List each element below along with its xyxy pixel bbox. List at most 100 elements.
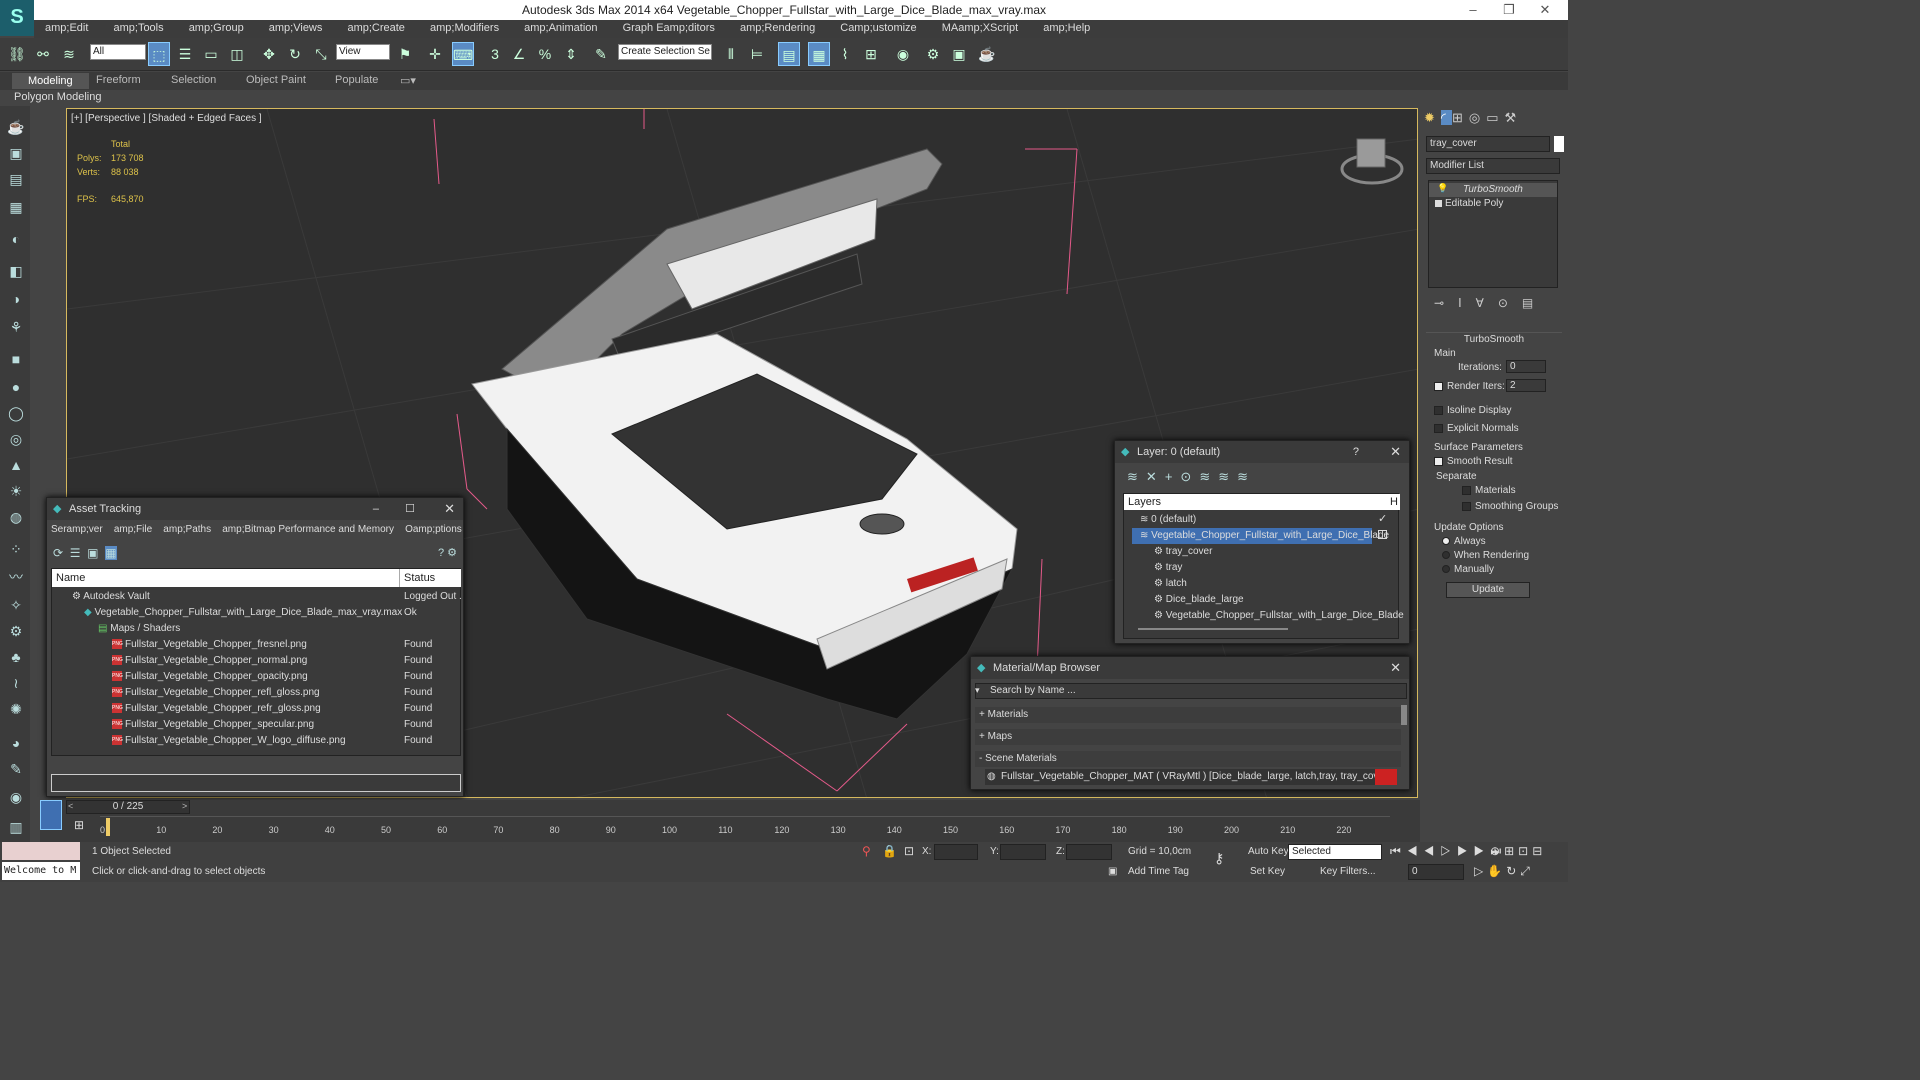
hierarchy-tab-icon[interactable]: ⊞ bbox=[1452, 110, 1469, 125]
render-icon[interactable]: ▣ bbox=[7, 144, 25, 162]
prev-frame-icon[interactable]: < bbox=[68, 801, 73, 811]
layer-help-button[interactable]: ? bbox=[1353, 441, 1359, 463]
keyboard-shortcut-icon[interactable]: ⌨ bbox=[452, 42, 474, 66]
mirror-icon[interactable]: ⫴ bbox=[720, 42, 742, 66]
pivot-icon[interactable]: ⚑ bbox=[394, 42, 416, 66]
window-crossing-icon[interactable]: ◫ bbox=[226, 42, 248, 66]
at-close-button[interactable]: ✕ bbox=[444, 498, 455, 520]
selection-lock-icon[interactable]: 🔒 bbox=[882, 844, 897, 858]
menu-modifiers[interactable]: amp;Modifiers bbox=[419, 20, 510, 36]
turbosmooth-rollout-title[interactable]: TurboSmooth bbox=[1426, 332, 1562, 346]
at-menu-paths[interactable]: amp;Paths bbox=[163, 524, 211, 535]
isoline-checkbox[interactable] bbox=[1434, 405, 1443, 415]
menu-animation[interactable]: amp;Animation bbox=[513, 20, 608, 36]
y-coord-field[interactable] bbox=[1000, 844, 1046, 860]
track-bar-icon[interactable]: ⊞ bbox=[74, 818, 84, 832]
minimize-button[interactable]: – bbox=[1458, 2, 1488, 17]
add-time-tag[interactable]: Add Time Tag bbox=[1128, 866, 1189, 877]
render-production-icon[interactable]: ☕ bbox=[976, 42, 998, 66]
set-key-button[interactable]: Set Key bbox=[1250, 866, 1285, 877]
x-coord-field[interactable] bbox=[934, 844, 978, 860]
material-search-input[interactable]: Search by Name ... bbox=[975, 683, 1407, 699]
isoline-row[interactable]: Isoline Display bbox=[1434, 405, 1570, 416]
systems-icon[interactable]: ⚘ bbox=[7, 318, 25, 336]
table-row[interactable]: ⚙ Autodesk Vault bbox=[72, 589, 150, 605]
table-row[interactable]: ▤ Maps / Shaders bbox=[98, 621, 180, 637]
modifier-list-dropdown[interactable]: Modifier List bbox=[1426, 158, 1560, 174]
bulb-icon[interactable]: 💡 bbox=[1437, 183, 1448, 194]
explicit-normals-checkbox[interactable] bbox=[1434, 423, 1443, 433]
current-frame-field[interactable]: 0 bbox=[1408, 864, 1464, 880]
at-help-icon[interactable]: ? ⚙ bbox=[438, 546, 457, 559]
link-icon[interactable]: ⛓ bbox=[6, 42, 28, 66]
table-row[interactable]: PNG Fullstar_Vegetable_Chopper_fresnel.pn… bbox=[112, 637, 307, 653]
current-layer-check-icon[interactable]: ✓ bbox=[1378, 512, 1387, 525]
select-object-icon[interactable]: ⬚ bbox=[148, 42, 170, 66]
script-icon[interactable]: ✎ bbox=[7, 760, 25, 778]
maxscript-mini-listener[interactable]: Welcome to M bbox=[2, 862, 80, 880]
layer-manager-icon[interactable]: ▤ bbox=[778, 42, 800, 66]
mini-listener-toggle[interactable] bbox=[40, 800, 62, 830]
layer-object[interactable]: ⚙ Vegetable_Chopper_Fullstar_with_Large_… bbox=[1154, 608, 1404, 624]
always-row[interactable]: Always bbox=[1442, 536, 1578, 547]
sun-icon[interactable]: ☀ bbox=[7, 482, 25, 500]
zoom-extents-icon[interactable]: ⊡ bbox=[1518, 844, 1532, 858]
isolate-selection-icon[interactable]: ⚲ bbox=[862, 844, 871, 858]
auto-key-button[interactable]: Auto Key bbox=[1248, 846, 1289, 857]
absolute-mode-icon[interactable]: ⊡ bbox=[904, 844, 914, 858]
bind-space-warp-icon[interactable]: ≋ bbox=[58, 42, 80, 66]
key-mode-dropdown[interactable]: Selected bbox=[1288, 844, 1382, 860]
asset-path-field[interactable] bbox=[51, 774, 461, 792]
when-rendering-radio[interactable] bbox=[1442, 551, 1450, 560]
teapot-icon[interactable]: ☕ bbox=[7, 118, 25, 136]
layers-icon[interactable]: ▤ bbox=[7, 170, 25, 188]
polygon-modeling-label[interactable]: Polygon Modeling bbox=[14, 91, 101, 103]
material-editor-icon[interactable]: ◉ bbox=[892, 42, 914, 66]
rendered-frame-icon[interactable]: ▣ bbox=[948, 42, 970, 66]
zoom-all-icon[interactable]: ⊞ bbox=[1504, 844, 1518, 858]
layer-hide-toggle[interactable] bbox=[1378, 530, 1387, 539]
manually-row[interactable]: Manually bbox=[1442, 564, 1578, 575]
edit-named-sel-icon[interactable]: ✎ bbox=[590, 42, 612, 66]
motion-tab-icon[interactable]: ◎ bbox=[1469, 110, 1486, 125]
time-slider-thumb[interactable]: 0 / 225 bbox=[66, 800, 190, 814]
at-minimize-button[interactable]: – bbox=[373, 498, 379, 520]
ribbon-options-icon[interactable]: ▭▾ bbox=[400, 74, 416, 87]
menu-create[interactable]: amp;Create bbox=[336, 20, 415, 36]
menu-views[interactable]: amp;Views bbox=[258, 20, 334, 36]
orbit-icon[interactable]: ↻ bbox=[1506, 864, 1520, 878]
hide-all-icon[interactable]: ≋ bbox=[1218, 469, 1237, 484]
select-manipulate-icon[interactable]: ✛ bbox=[424, 42, 446, 66]
scene-material-item[interactable]: ◍ Fullstar_Vegetable_Chopper_MAT ( VRayM… bbox=[985, 769, 1397, 785]
select-in-layer-icon[interactable]: ⊙ bbox=[1180, 469, 1199, 484]
torus-icon[interactable]: ◎ bbox=[7, 430, 25, 448]
update-button[interactable]: Update bbox=[1446, 582, 1530, 598]
viewport-icon[interactable]: ◉ bbox=[7, 788, 25, 806]
render-iters-row[interactable]: Render Iters: bbox=[1434, 381, 1570, 392]
key-filters-button[interactable]: Key Filters... bbox=[1320, 866, 1376, 877]
create-tab-icon[interactable]: ✹ bbox=[1424, 110, 1441, 125]
selection-filter-dropdown[interactable]: All bbox=[90, 44, 146, 60]
sphere-icon[interactable]: ● bbox=[7, 378, 25, 396]
materials-row[interactable]: Materials bbox=[1462, 485, 1598, 496]
menu-edit[interactable]: amp;Edit bbox=[34, 20, 99, 36]
ref-coord-dropdown[interactable]: View bbox=[336, 44, 390, 60]
stack-expand-icon[interactable] bbox=[1435, 200, 1442, 207]
helper-icon[interactable]: ◑ bbox=[7, 290, 25, 308]
configure-sets-icon[interactable]: ▤ bbox=[1522, 296, 1547, 310]
next-frame-icon[interactable]: > bbox=[182, 801, 187, 811]
curve-editor-icon[interactable]: ⌇ bbox=[834, 42, 856, 66]
plant-icon[interactable]: ♣ bbox=[7, 648, 25, 666]
scale-icon[interactable]: ⤡ bbox=[310, 42, 332, 66]
maxscript-listener-pink[interactable] bbox=[2, 842, 80, 860]
cone-icon[interactable]: ▲ bbox=[7, 456, 25, 474]
menu-graph-editors[interactable]: Graph Eamp;ditors bbox=[612, 20, 726, 36]
pin-stack-icon[interactable]: ⊸ bbox=[1434, 296, 1458, 310]
asset-tracking-titlebar[interactable]: ◆ Asset Tracking – ☐ ✕ bbox=[47, 498, 463, 520]
at-menu-file[interactable]: amp;File bbox=[114, 524, 152, 535]
tab-populate[interactable]: Populate bbox=[335, 74, 378, 86]
tab-freeform[interactable]: Freeform bbox=[96, 74, 141, 86]
render-iters-checkbox[interactable] bbox=[1434, 381, 1443, 391]
mb-close-button[interactable]: ✕ bbox=[1390, 657, 1401, 679]
col-status-header[interactable]: Status bbox=[400, 569, 461, 587]
